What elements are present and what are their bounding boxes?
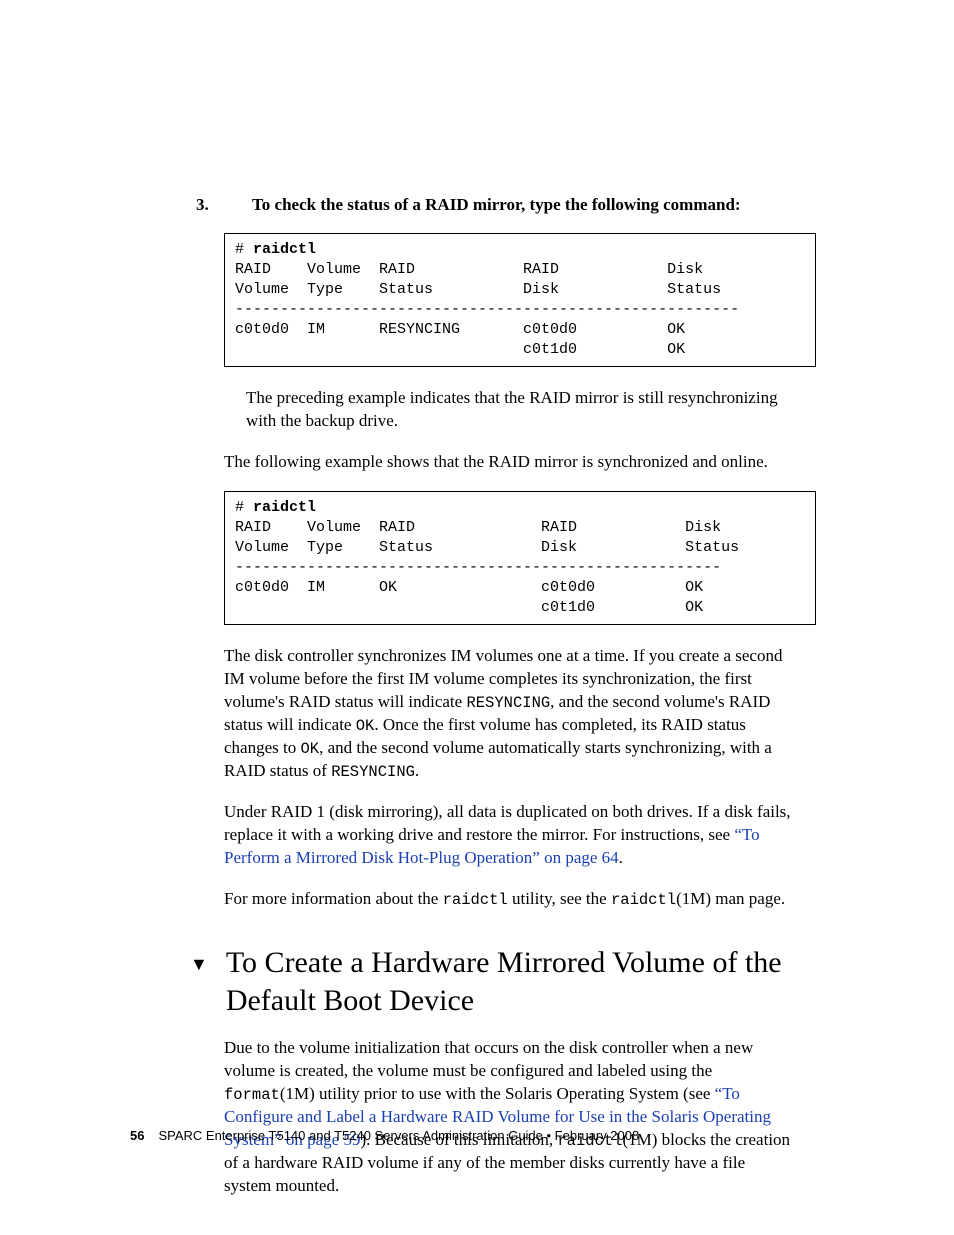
section-heading-container: ▼ To Create a Hardware Mirrored Volume o… — [190, 944, 796, 1019]
text: Due to the volume initialization that oc… — [224, 1038, 753, 1080]
document-page: 3.To check the status of a RAID mirror, … — [0, 0, 954, 1235]
inline-code: OK — [300, 740, 319, 758]
page-footer: 56 SPARC Enterprise T5140 and T5240 Serve… — [130, 1128, 639, 1143]
step-3-instruction: 3.To check the status of a RAID mirror, … — [224, 195, 796, 215]
code-block-1: # raidctl RAID Volume RAID RAID Disk Vol… — [224, 233, 816, 367]
text: (1M) man page. — [676, 889, 785, 908]
code-prompt: # — [235, 241, 253, 258]
text: . — [415, 761, 419, 780]
text: (1M) utility prior to use with the Solar… — [280, 1084, 715, 1103]
code-body: RAID Volume RAID RAID Disk Volume Type S… — [235, 261, 739, 358]
inline-code: RESYNCING — [331, 763, 415, 781]
paragraph-manpage-note: For more information about the raidctl u… — [224, 888, 796, 911]
code-prompt: # — [235, 499, 253, 516]
text: . — [619, 848, 623, 867]
down-triangle-icon: ▼ — [190, 954, 208, 975]
paragraph-synchronized-intro: The following example shows that the RAI… — [224, 451, 796, 474]
paragraph-raid1-note: Under RAID 1 (disk mirroring), all data … — [224, 801, 796, 870]
footer-text: SPARC Enterprise T5140 and T5240 Servers… — [158, 1128, 639, 1143]
step-number: 3. — [224, 195, 252, 215]
text: For more information about the — [224, 889, 443, 908]
inline-code: RESYNCING — [466, 694, 550, 712]
text: utility, see the — [508, 889, 611, 908]
page-number: 56 — [130, 1128, 144, 1143]
code-command: raidctl — [253, 241, 316, 258]
inline-code: format — [224, 1086, 280, 1104]
inline-code: OK — [356, 717, 375, 735]
inline-code: raidctl — [443, 891, 508, 909]
text: Under RAID 1 (disk mirroring), all data … — [224, 802, 791, 844]
paragraph-sync-behavior: The disk controller synchronizes IM volu… — [224, 645, 796, 783]
step-text: To check the status of a RAID mirror, ty… — [252, 195, 741, 214]
paragraph-boot-device-intro: Due to the volume initialization that oc… — [224, 1037, 796, 1198]
paragraph-resyncing-note: The preceding example indicates that the… — [246, 387, 796, 433]
code-command: raidctl — [253, 499, 316, 516]
section-heading: To Create a Hardware Mirrored Volume of … — [226, 944, 786, 1019]
code-body: RAID Volume RAID RAID Disk Volume Type S… — [235, 519, 739, 616]
inline-code: raidctl — [611, 891, 676, 909]
code-block-2: # raidctl RAID Volume RAID RAID Disk Vol… — [224, 491, 816, 625]
